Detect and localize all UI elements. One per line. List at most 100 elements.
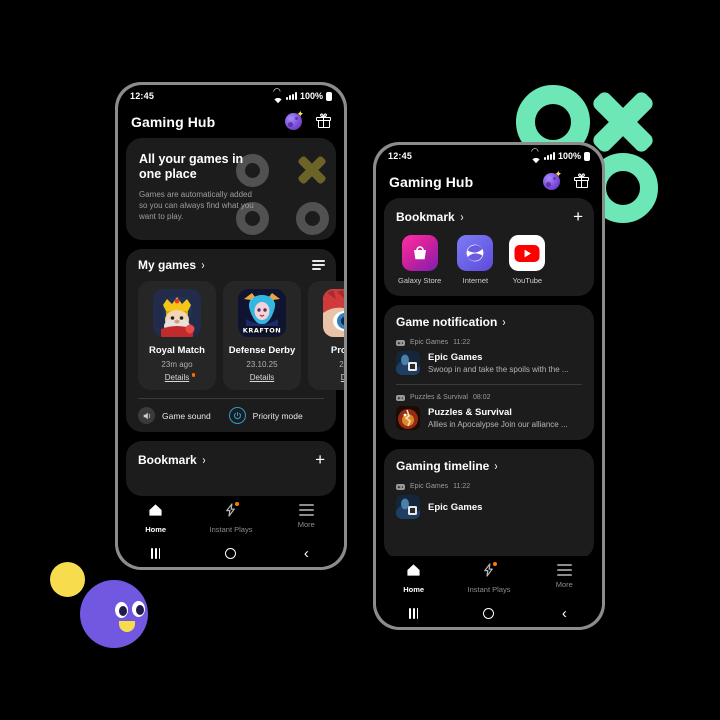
game-date: 23.10.25: [246, 360, 278, 369]
hamburger-icon: [298, 503, 314, 517]
game-details-link[interactable]: Details: [165, 373, 196, 382]
cross-shape: [282, 146, 336, 194]
planet-avatar-icon[interactable]: ✦: [285, 110, 304, 130]
bookmark-app-label: YouTube: [512, 276, 543, 285]
game-name: Defense Derby: [228, 345, 296, 356]
tab-instant-plays[interactable]: Instant Plays: [451, 562, 526, 594]
notification-title: Puzzles & Survival: [428, 407, 512, 418]
game-tile[interactable]: KRAFTON Defense Derby 23.10.25 Details: [223, 281, 301, 390]
status-time: 12:45: [388, 151, 413, 161]
notification-text: Allies in Apocalypse Join our alliance .…: [428, 420, 568, 429]
game-tile[interactable]: Project 23.0 Det: [308, 281, 344, 390]
status-time: 12:45: [130, 91, 155, 101]
planet-avatar-icon[interactable]: ✦: [543, 170, 562, 190]
tab-home-label: Home: [403, 585, 425, 594]
chevron-right-icon: ›: [202, 452, 206, 467]
list-view-icon[interactable]: [312, 260, 325, 270]
game-artwork: [153, 289, 201, 337]
tab-more[interactable]: More: [269, 503, 344, 534]
new-badge-dot: [191, 373, 196, 377]
notification-item[interactable]: Epic Games 11:22 Epic Games Swoop in and…: [384, 329, 594, 375]
gamepad-icon: [396, 483, 405, 490]
notification-app: Epic Games: [410, 339, 449, 346]
add-bookmark-button[interactable]: +: [573, 208, 583, 225]
notification-badge: [235, 502, 240, 506]
recents-icon[interactable]: [376, 607, 451, 619]
toggle-game-sound-label: Game sound: [162, 410, 211, 421]
tab-more[interactable]: More: [527, 563, 602, 594]
bookmark-label: Bookmark: [396, 209, 455, 224]
toggle-priority-mode[interactable]: Priority mode: [228, 407, 303, 424]
game-details-link[interactable]: Details: [250, 373, 274, 382]
phone-right: 12:45 100% Gaming Hub: [373, 142, 605, 630]
game-tile-list[interactable]: Royal Match 23m ago Details KRAFTON Defe…: [126, 272, 344, 390]
wifi-icon: [272, 87, 283, 106]
back-icon[interactable]: ‹: [269, 545, 344, 562]
game-tile[interactable]: Royal Match 23m ago Details: [138, 281, 216, 390]
home-circle-icon[interactable]: [451, 607, 526, 619]
tab-more-label: More: [297, 520, 315, 529]
circle-shape: [295, 201, 329, 235]
notification-meta: Epic Games 11:22: [396, 339, 582, 346]
game-details-label: Details: [249, 373, 275, 382]
home-circle-icon[interactable]: [193, 547, 268, 559]
bookmark-title[interactable]: Bookmark ›: [396, 210, 464, 224]
notification-thumbnail: [396, 351, 420, 375]
page-title: Gaming Hub: [131, 113, 216, 130]
gift-icon[interactable]: [316, 113, 331, 129]
quick-toggles: Game sound Priority mode: [126, 399, 336, 424]
bookmark-label: Bookmark: [138, 452, 197, 467]
phone-left: 12:45 100% Gaming Hub: [115, 82, 347, 570]
game-date: 23.0: [339, 360, 344, 369]
recents-icon[interactable]: [118, 547, 193, 559]
signal-icon: [285, 92, 297, 100]
bookmark-app-list: Galaxy Store Internet YouTube: [384, 225, 594, 285]
bookmark-app[interactable]: Galaxy Store: [398, 235, 441, 285]
bookmark-app-label: Galaxy Store: [398, 276, 442, 285]
battery-percent: 100%: [557, 151, 581, 161]
bookmark-app[interactable]: YouTube: [509, 235, 546, 285]
bookmark-card[interactable]: Bookmark › +: [126, 441, 336, 496]
game-details-link[interactable]: Det: [341, 373, 344, 382]
back-chevron: ‹: [303, 544, 309, 562]
timeline-body: Epic Games: [396, 495, 582, 519]
tab-instant-plays[interactable]: Instant Plays: [193, 502, 268, 534]
add-bookmark-button[interactable]: +: [315, 451, 325, 468]
system-nav-bar: ‹: [376, 599, 602, 627]
tab-bar: Home Instant Plays More: [118, 496, 344, 539]
timeline-item[interactable]: Epic Games 11:22 Epic Games: [384, 473, 594, 519]
toggle-game-sound[interactable]: Game sound: [138, 407, 211, 424]
hamburger-icon: [556, 563, 572, 577]
tab-more-label: More: [555, 580, 573, 589]
back-icon[interactable]: ‹: [527, 605, 602, 622]
phone-left-screen: 12:45 100% Gaming Hub: [118, 85, 344, 567]
gaming-timeline-title[interactable]: Gaming timeline ›: [396, 459, 582, 473]
samsung-internet-icon: [457, 235, 494, 271]
power-icon: [228, 407, 246, 424]
battery-percent: 100%: [299, 91, 323, 101]
gamepad-icon: [396, 394, 405, 401]
tab-instant-plays-label: Instant Plays: [467, 585, 511, 594]
bookmark-title[interactable]: Bookmark ›: [138, 453, 206, 467]
notification-item[interactable]: Puzzles & Survival 08:02 Puzzles & Survi…: [384, 385, 594, 430]
chevron-right-icon: ›: [494, 459, 498, 473]
gamepad-icon: [396, 339, 405, 346]
svg-text:KRAFTON: KRAFTON: [243, 327, 281, 335]
gift-icon[interactable]: [574, 173, 589, 189]
bookmark-app[interactable]: Internet: [457, 235, 494, 285]
bolt-icon: [223, 502, 240, 522]
game-name: Project: [330, 345, 344, 356]
mascot-eye-right: [132, 601, 145, 617]
tab-home[interactable]: Home: [118, 503, 193, 534]
notification-time: 11:22: [453, 339, 471, 346]
game-notification-title[interactable]: Game notification ›: [396, 315, 582, 329]
my-games-title[interactable]: My games ›: [138, 258, 205, 272]
notification-thumbnail: [396, 406, 420, 430]
notification-app: Puzzles & Survival: [410, 394, 468, 401]
wifi-icon: [530, 147, 541, 166]
promo-card[interactable]: All your games in one place Games are au…: [126, 138, 336, 240]
notification-badge: [493, 562, 498, 566]
tab-home[interactable]: Home: [376, 563, 451, 594]
my-games-card: My games › Royal Match 23m ago Details K…: [126, 249, 344, 432]
mascot-mouth: [119, 621, 135, 632]
